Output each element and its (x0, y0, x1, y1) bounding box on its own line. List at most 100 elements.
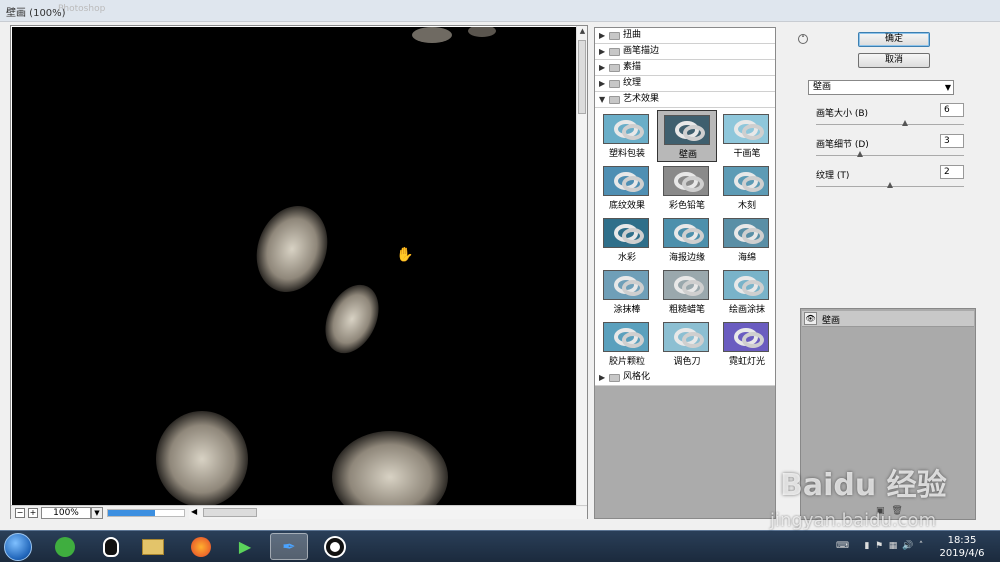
collapsed-triangle-icon[interactable]: ▶ (599, 76, 605, 91)
folder-icon (609, 48, 620, 56)
filter-thumbnail[interactable]: 塑料包装 (597, 110, 657, 162)
filter-thumbnail[interactable]: 调色刀 (657, 318, 717, 370)
filter-preview-image (663, 270, 709, 300)
filter-thumbnail[interactable]: 海报边缘 (657, 214, 717, 266)
param-slider-track[interactable] (816, 124, 964, 125)
network-icon[interactable]: ▦ (888, 541, 898, 551)
effect-layer-name: 壁画 (822, 316, 841, 326)
filter-list: ▶ 扭曲 ▶ 画笔描边 ▶ 素描 ▶ 纹理 ▼ 艺术效果 塑料包装 壁画 干画笔 底纹效果 彩色铅笔 木刻水… (595, 28, 777, 386)
collapsed-triangle-icon[interactable]: ▶ (599, 60, 605, 75)
filter-select[interactable]: 壁画 ▼ (808, 80, 954, 95)
effect-layer-row[interactable]: 👁 壁画 (802, 311, 974, 327)
filter-thumbnail[interactable]: 胶片颗粒 (597, 318, 657, 370)
param-slider-knob[interactable] (901, 120, 908, 126)
start-button[interactable] (4, 533, 32, 561)
filter-category[interactable]: ▶ 风格化 (595, 370, 775, 386)
layer-tools: ▣ 🗑 (876, 506, 903, 516)
vertical-scroll-thumb[interactable] (578, 40, 586, 114)
filter-thumbnail[interactable]: 干画笔 (717, 110, 777, 162)
param-slider-knob[interactable] (887, 182, 893, 188)
expanded-triangle-icon[interactable]: ▼ (599, 92, 605, 107)
scroll-up-icon[interactable]: ▲ (578, 27, 587, 36)
collapse-icon[interactable]: ˄ (798, 34, 808, 44)
filter-parameters: 壁画 ▼ 画笔大小 (B) 6 画笔细节 (D) 3 纹理 (T) 2 (800, 70, 976, 295)
window-title-ghost: Photoshop (58, 4, 106, 14)
filter-category-label: 画笔描边 (623, 46, 660, 56)
filter-thumbnail-label: 海报边缘 (668, 253, 705, 263)
filter-preview-image (603, 218, 649, 248)
collapsed-triangle-icon[interactable]: ▶ (599, 28, 605, 43)
device-icon[interactable]: ▮ (862, 541, 872, 551)
filter-thumbnail[interactable]: 霓虹灯光 (717, 318, 777, 370)
filter-preview-image (603, 322, 649, 352)
filter-thumbnail[interactable]: 绘画涂抹 (717, 266, 777, 318)
filter-thumbnail-label: 霓虹灯光 (728, 357, 765, 367)
filter-thumbnail-label: 调色刀 (673, 357, 701, 367)
file-explorer-icon[interactable] (134, 533, 172, 560)
filter-thumbnail[interactable]: 壁画 (657, 110, 717, 162)
param-value-input[interactable]: 6 (940, 103, 964, 117)
delete-layer-icon[interactable]: 🗑 (891, 506, 902, 516)
zoom-in-button[interactable]: + (28, 508, 38, 518)
qq-icon[interactable] (92, 533, 130, 560)
filter-thumbnail[interactable]: 木刻 (717, 162, 777, 214)
horizontal-scrollbar[interactable]: ◀ (189, 507, 587, 519)
filter-preview-image (723, 218, 769, 248)
filter-thumbnail-label: 彩色铅笔 (668, 201, 705, 211)
vertical-scrollbar[interactable]: ▲ (576, 26, 587, 505)
keyboard-icon[interactable]: ⌨ (836, 541, 849, 551)
filter-category[interactable]: ▶ 素描 (595, 60, 775, 76)
filter-preview-image (603, 114, 649, 144)
flag-icon[interactable]: ⚑ (874, 541, 884, 551)
preview-canvas[interactable]: ✋ (12, 27, 576, 505)
photoshop-icon[interactable]: ✒ (270, 533, 308, 560)
filter-thumbnail[interactable]: 彩色铅笔 (657, 162, 717, 214)
filter-thumbnail[interactable]: 涂抹棒 (597, 266, 657, 318)
scroll-left-icon[interactable]: ◀ (191, 507, 197, 516)
firefox-icon[interactable] (182, 533, 220, 560)
new-layer-icon[interactable]: ▣ (876, 506, 885, 516)
filter-gallery-window: 壁画 (100%) Photoshop ✋ ▲ − + 100% ▼ ◀ ▶ 扭… (0, 0, 1000, 530)
param-value-input[interactable]: 3 (940, 134, 964, 148)
param-value-input[interactable]: 2 (940, 165, 964, 179)
param-slider-track[interactable] (816, 155, 964, 156)
record-icon[interactable] (316, 533, 354, 560)
folder-icon (609, 80, 620, 88)
filter-category[interactable]: ▶ 扭曲 (595, 28, 775, 44)
clock-time[interactable]: 18:35 (932, 535, 992, 546)
filter-thumbnail-label: 水彩 (617, 253, 636, 263)
window-title: 壁画 (100%) (6, 8, 66, 19)
video-app-icon[interactable]: ▶ (226, 533, 264, 560)
filter-thumbnail[interactable]: 水彩 (597, 214, 657, 266)
ok-button[interactable]: 确定 (858, 32, 930, 47)
param-slider-knob[interactable] (857, 151, 864, 157)
filter-category[interactable]: ▶ 纹理 (595, 76, 775, 92)
filter-thumbnail[interactable]: 海绵 (717, 214, 777, 266)
filter-thumbnail[interactable]: 底纹效果 (597, 162, 657, 214)
eye-icon[interactable]: 👁 (804, 312, 817, 325)
zoom-dropdown-icon[interactable]: ▼ (91, 507, 103, 519)
filter-thumbnail[interactable]: 粗糙蜡笔 (657, 266, 717, 318)
volume-icon[interactable]: 🔊 (902, 541, 913, 551)
folder-icon (609, 96, 620, 104)
chevron-up-icon[interactable]: ˄ (916, 541, 926, 551)
filter-preview-image (663, 218, 709, 248)
filter-select-value: 壁画 (813, 82, 832, 92)
hand-cursor-icon: ✋ (396, 247, 414, 263)
refresh-app-icon[interactable] (46, 533, 84, 560)
collapsed-triangle-icon[interactable]: ▶ (599, 44, 605, 59)
filter-preview-image (603, 270, 649, 300)
filter-category[interactable]: ▼ 艺术效果 (595, 92, 775, 108)
zoom-value[interactable]: 100% (41, 507, 91, 519)
clock-date[interactable]: 2019/4/6 (932, 548, 992, 559)
folder-icon (609, 32, 620, 40)
collapsed-triangle-icon[interactable]: ▶ (599, 370, 605, 385)
cancel-button[interactable]: 取消 (858, 53, 930, 68)
filter-preview-image (663, 322, 709, 352)
horizontal-scroll-thumb[interactable] (203, 508, 257, 517)
filter-preview-image (603, 166, 649, 196)
param-label: 画笔细节 (D) (816, 140, 869, 150)
filter-category[interactable]: ▶ 画笔描边 (595, 44, 775, 60)
filter-preview-image (723, 114, 769, 144)
zoom-out-button[interactable]: − (15, 508, 25, 518)
